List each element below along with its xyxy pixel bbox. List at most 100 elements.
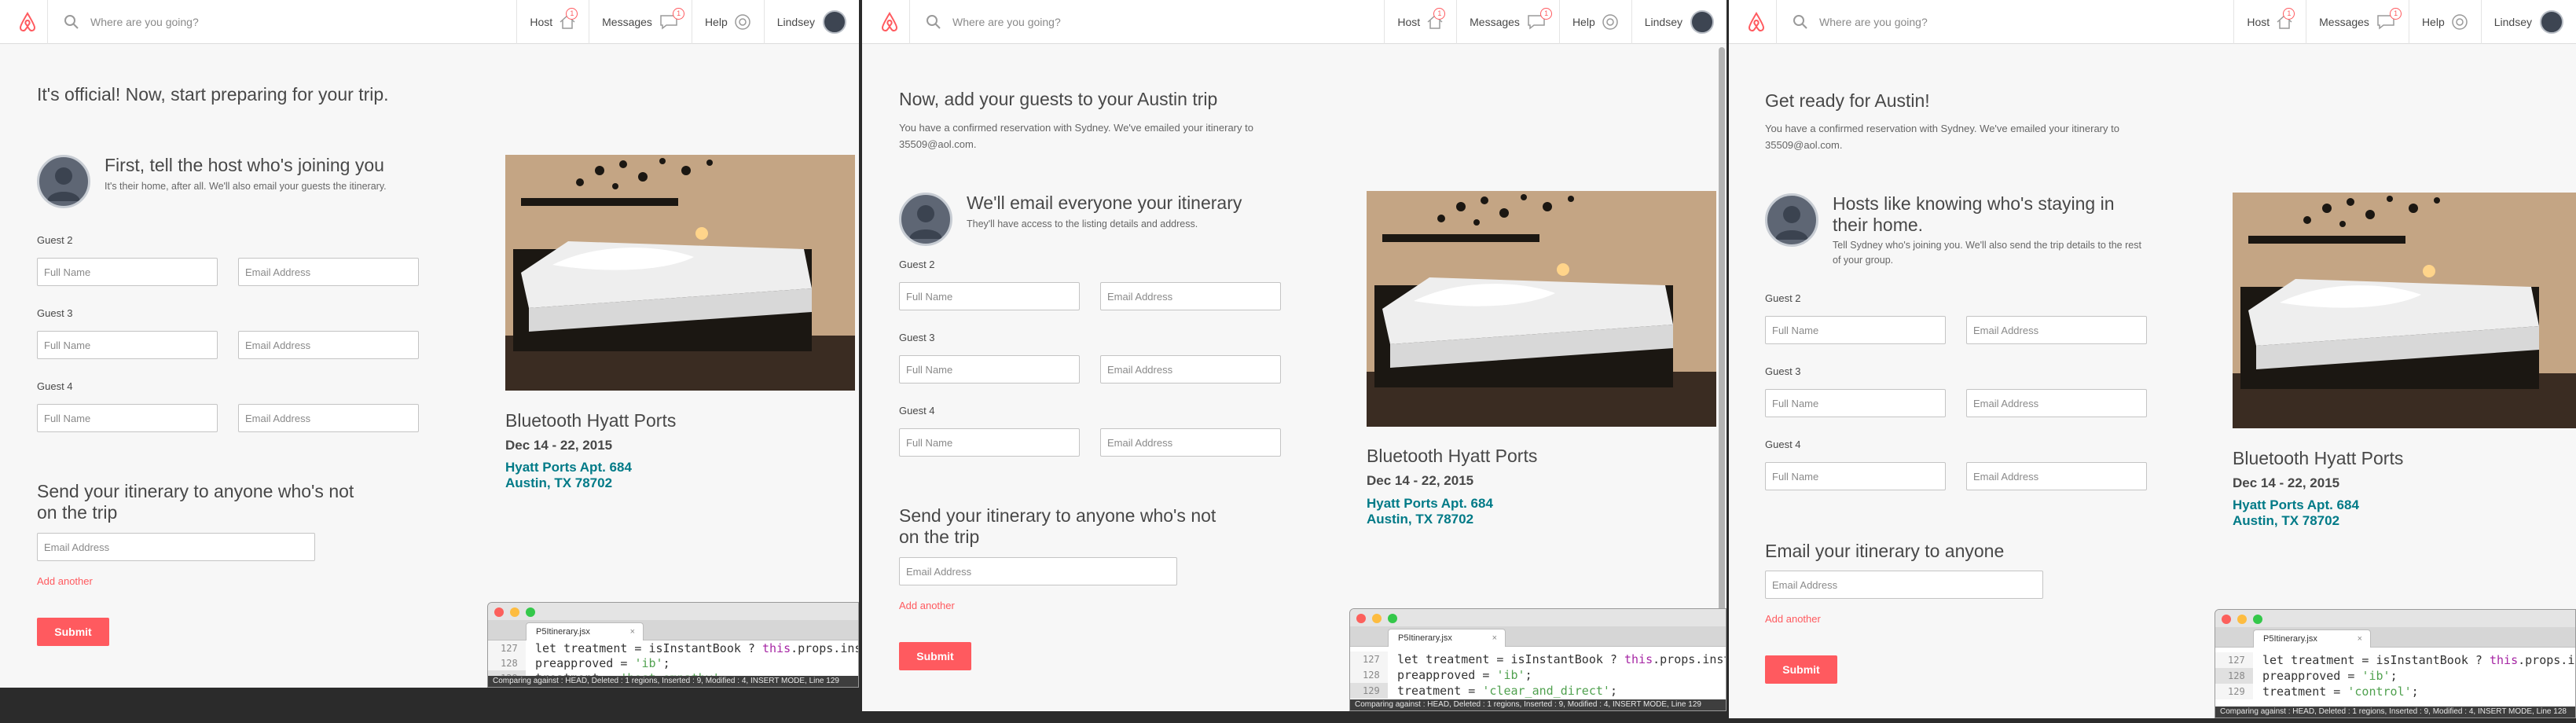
nav-host[interactable]: Host 1 <box>516 0 589 44</box>
add-another-link[interactable]: Add another <box>1765 613 1821 625</box>
minimize-window-icon[interactable] <box>2237 615 2247 624</box>
nav-right: Host 1 Messages 1 Help Lindsey <box>1384 0 1727 44</box>
airbnb-logo-icon[interactable] <box>1746 11 1767 33</box>
tab-close-icon[interactable]: × <box>2358 634 2362 644</box>
submit-button[interactable]: Submit <box>899 642 971 670</box>
guest-4-label: Guest 4 <box>899 405 935 417</box>
guest-2-name-field[interactable] <box>37 258 218 286</box>
nav-help[interactable]: Help <box>2408 0 2481 44</box>
search-bar[interactable] <box>47 0 487 44</box>
search-input[interactable] <box>1819 16 2055 28</box>
code-line-129: treatment = 'clear_and_direct'; <box>1397 684 1617 698</box>
editor-tab[interactable]: P5Itinerary.jsx × <box>1388 629 1506 648</box>
maximize-window-icon[interactable] <box>2253 615 2262 624</box>
listing-address-line2[interactable]: Austin, TX 78702 <box>1367 512 1473 527</box>
guest-2-name-field[interactable] <box>899 282 1080 310</box>
submit-button[interactable]: Submit <box>1765 655 1837 684</box>
line-number: 128 <box>488 655 526 671</box>
minimize-window-icon[interactable] <box>1372 614 1382 623</box>
help-lifebuoy-icon <box>2451 14 2468 30</box>
nav-user[interactable]: Lindsey <box>2480 0 2576 44</box>
line-number: 128 <box>1350 667 1388 683</box>
guest-2-email-field[interactable] <box>238 258 419 286</box>
editor-status-bar: Comparing against : HEAD, Deleted : 1 re… <box>2215 706 2575 717</box>
guest-3-email-field[interactable] <box>1966 389 2147 417</box>
listing-address-line1[interactable]: Hyatt Ports Apt. 684 <box>1367 496 1493 511</box>
search-icon <box>1793 15 1807 29</box>
minimize-window-icon[interactable] <box>510 607 519 617</box>
nav-host[interactable]: Host 1 <box>1384 0 1456 44</box>
editor-tab[interactable]: P5Itinerary.jsx × <box>2253 629 2371 648</box>
search-bar[interactable] <box>1776 0 2200 44</box>
guest-3-name-field[interactable] <box>899 355 1080 384</box>
editor-tab-label: P5Itinerary.jsx <box>536 627 590 637</box>
submit-button[interactable]: Submit <box>37 618 109 646</box>
screen-panel-control: Host1 Messages 1 Help Lindsey Get ready f… <box>1729 0 2576 718</box>
guest-4-label: Guest 4 <box>37 380 73 392</box>
nav-user[interactable]: Lindsey <box>1631 0 1727 44</box>
add-another-link[interactable]: Add another <box>899 600 955 611</box>
guest-3-label: Guest 3 <box>899 332 935 343</box>
editor-titlebar <box>488 603 858 620</box>
maximize-window-icon[interactable] <box>526 607 535 617</box>
maximize-window-icon[interactable] <box>1388 614 1397 623</box>
search-input[interactable] <box>952 16 1188 28</box>
editor-code[interactable]: 127 let treatment = isInstantBook ? this.… <box>2215 648 2575 706</box>
listing-address-line2[interactable]: Austin, TX 78702 <box>2233 513 2339 528</box>
listing-address-line2[interactable]: Austin, TX 78702 <box>505 475 612 490</box>
search-bar[interactable] <box>909 0 1349 44</box>
tab-close-icon[interactable]: × <box>630 627 635 637</box>
close-window-icon[interactable] <box>494 607 504 617</box>
add-another-link[interactable]: Add another <box>37 575 93 587</box>
send-itinerary-email-field[interactable] <box>1765 571 2043 599</box>
guest-3-email-field[interactable] <box>1100 355 1281 384</box>
nav-help[interactable]: Help <box>691 0 764 44</box>
guest-4-name-field[interactable] <box>1765 462 1946 490</box>
send-itinerary-email-field[interactable] <box>899 557 1177 585</box>
guest-4-name-field[interactable] <box>37 404 218 432</box>
nav-help[interactable]: Help <box>1558 0 1631 44</box>
send-itinerary-heading: Send your itinerary to anyone who's not … <box>899 505 1216 547</box>
guest-3-name-field[interactable] <box>1765 389 1946 417</box>
airbnb-logo-icon[interactable] <box>17 11 38 33</box>
section-subtext: Tell Sydney who's joining you. We'll als… <box>1833 240 2141 266</box>
editor-code[interactable]: 127 let treatment = isInstantBook ? this.… <box>1350 647 1726 699</box>
code-line-127: let treatment = isInstantBook ? this.pro… <box>2262 653 2575 667</box>
guest-4-email-field[interactable] <box>1100 428 1281 457</box>
nav-messages[interactable]: Messages 1 <box>2306 0 2409 44</box>
editor-tabbar: P5Itinerary.jsx × <box>2215 627 2575 648</box>
guest-avatar-icon <box>1765 193 1818 247</box>
line-number: 127 <box>1350 651 1388 667</box>
messages-badge: 1 <box>1540 8 1553 20</box>
search-input[interactable] <box>90 16 326 28</box>
listing-address-line1[interactable]: Hyatt Ports Apt. 684 <box>505 460 632 475</box>
nav-host-label: Host <box>530 16 553 28</box>
listing-address-line1[interactable]: Hyatt Ports Apt. 684 <box>2233 497 2359 512</box>
close-window-icon[interactable] <box>1356 614 1366 623</box>
tab-close-icon[interactable]: × <box>1492 633 1497 643</box>
guest-3-email-field[interactable] <box>238 331 419 359</box>
guest-4-email-field[interactable] <box>1966 462 2147 490</box>
nav-messages[interactable]: Messages 1 <box>589 0 692 44</box>
guest-2-email-field[interactable] <box>1100 282 1281 310</box>
nav-host[interactable]: Host 1 <box>2233 0 2306 44</box>
guest-3-label: Guest 3 <box>1765 365 1801 377</box>
editor-code[interactable]: 127 let treatment = isInstantBook ? this.… <box>488 640 858 686</box>
guest-2-name-field[interactable] <box>1765 316 1946 344</box>
nav-host-label: Host <box>1397 16 1421 28</box>
search-icon <box>64 15 79 29</box>
page-scrollbar[interactable] <box>1719 47 1725 613</box>
editor-tab[interactable]: P5Itinerary.jsx × <box>526 622 644 641</box>
guest-2-email-field[interactable] <box>1966 316 2147 344</box>
messages-badge: 1 <box>2390 8 2402 20</box>
nav-user[interactable]: Lindsey <box>763 0 859 44</box>
nav-messages-label: Messages <box>602 16 652 28</box>
close-window-icon[interactable] <box>2222 615 2231 624</box>
guest-4-email-field[interactable] <box>238 404 419 432</box>
nav-messages[interactable]: Messages 1 <box>1456 0 1559 44</box>
airbnb-logo-icon[interactable] <box>879 11 900 33</box>
send-itinerary-email-field[interactable] <box>37 533 315 561</box>
guest-4-name-field[interactable] <box>899 428 1080 457</box>
code-editor-window: P5Itinerary.jsx × 127 let treatment = isIn… <box>2215 609 2576 718</box>
guest-3-name-field[interactable] <box>37 331 218 359</box>
